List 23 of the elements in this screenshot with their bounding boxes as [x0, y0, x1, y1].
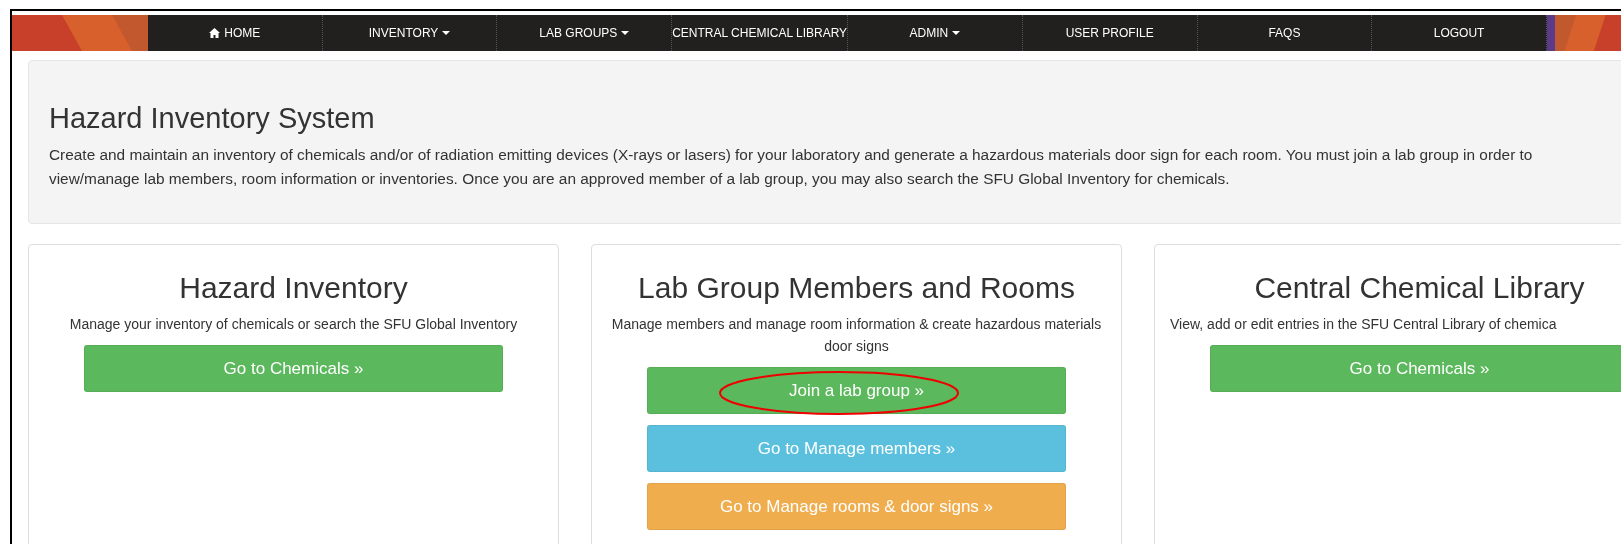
nav-link[interactable]: LOGOUT — [1372, 15, 1547, 51]
page-title: Hazard Inventory System — [49, 102, 376, 135]
card-title: Hazard Inventory — [179, 271, 408, 305]
accent-strip — [1547, 15, 1555, 51]
nav-link[interactable]: USER PROFILE — [1022, 15, 1198, 51]
nav-link[interactable]: LAB GROUPS — [497, 15, 673, 51]
nav-link[interactable]: HOME — [148, 15, 323, 51]
card-description: Manage members and manage room information & create hazardous materials door signs — [610, 315, 1103, 356]
home-icon — [209, 28, 221, 38]
nav-link[interactable]: CENTRAL CHEMICAL LIBRARY — [672, 15, 849, 51]
card-title: Lab Group Members and Rooms — [638, 271, 1075, 305]
banner-drawing — [1555, 15, 1621, 51]
nav-link[interactable]: ADMIN — [848, 15, 1023, 51]
caret-icon — [621, 31, 630, 35]
card-description: View, add or edit entries in the SFU Central Library of chemica — [1170, 315, 1557, 334]
card-title: Central Chemical Library — [1254, 271, 1585, 305]
intro-text-line: view/manage lab members, room information or inventories. Once you are an approved member of a lab group, you may also search the SFU Global Inventory for chemicals. — [49, 169, 1231, 189]
intro-text-line: Create and maintain an inventory of chemicals and/or of radiation emitting devices (X-rays or lasers) for your laboratory and generate a hazardous materials door sign for each room. You must join a lab group in order to — [49, 145, 1534, 165]
caret-icon — [952, 31, 961, 35]
caret-icon — [442, 31, 451, 35]
nav-link[interactable]: INVENTORY — [322, 15, 498, 51]
card-description: Manage your inventory of chemicals or search the SFU Global Inventory — [69, 315, 518, 334]
nav-link[interactable]: FAQS — [1197, 15, 1373, 51]
